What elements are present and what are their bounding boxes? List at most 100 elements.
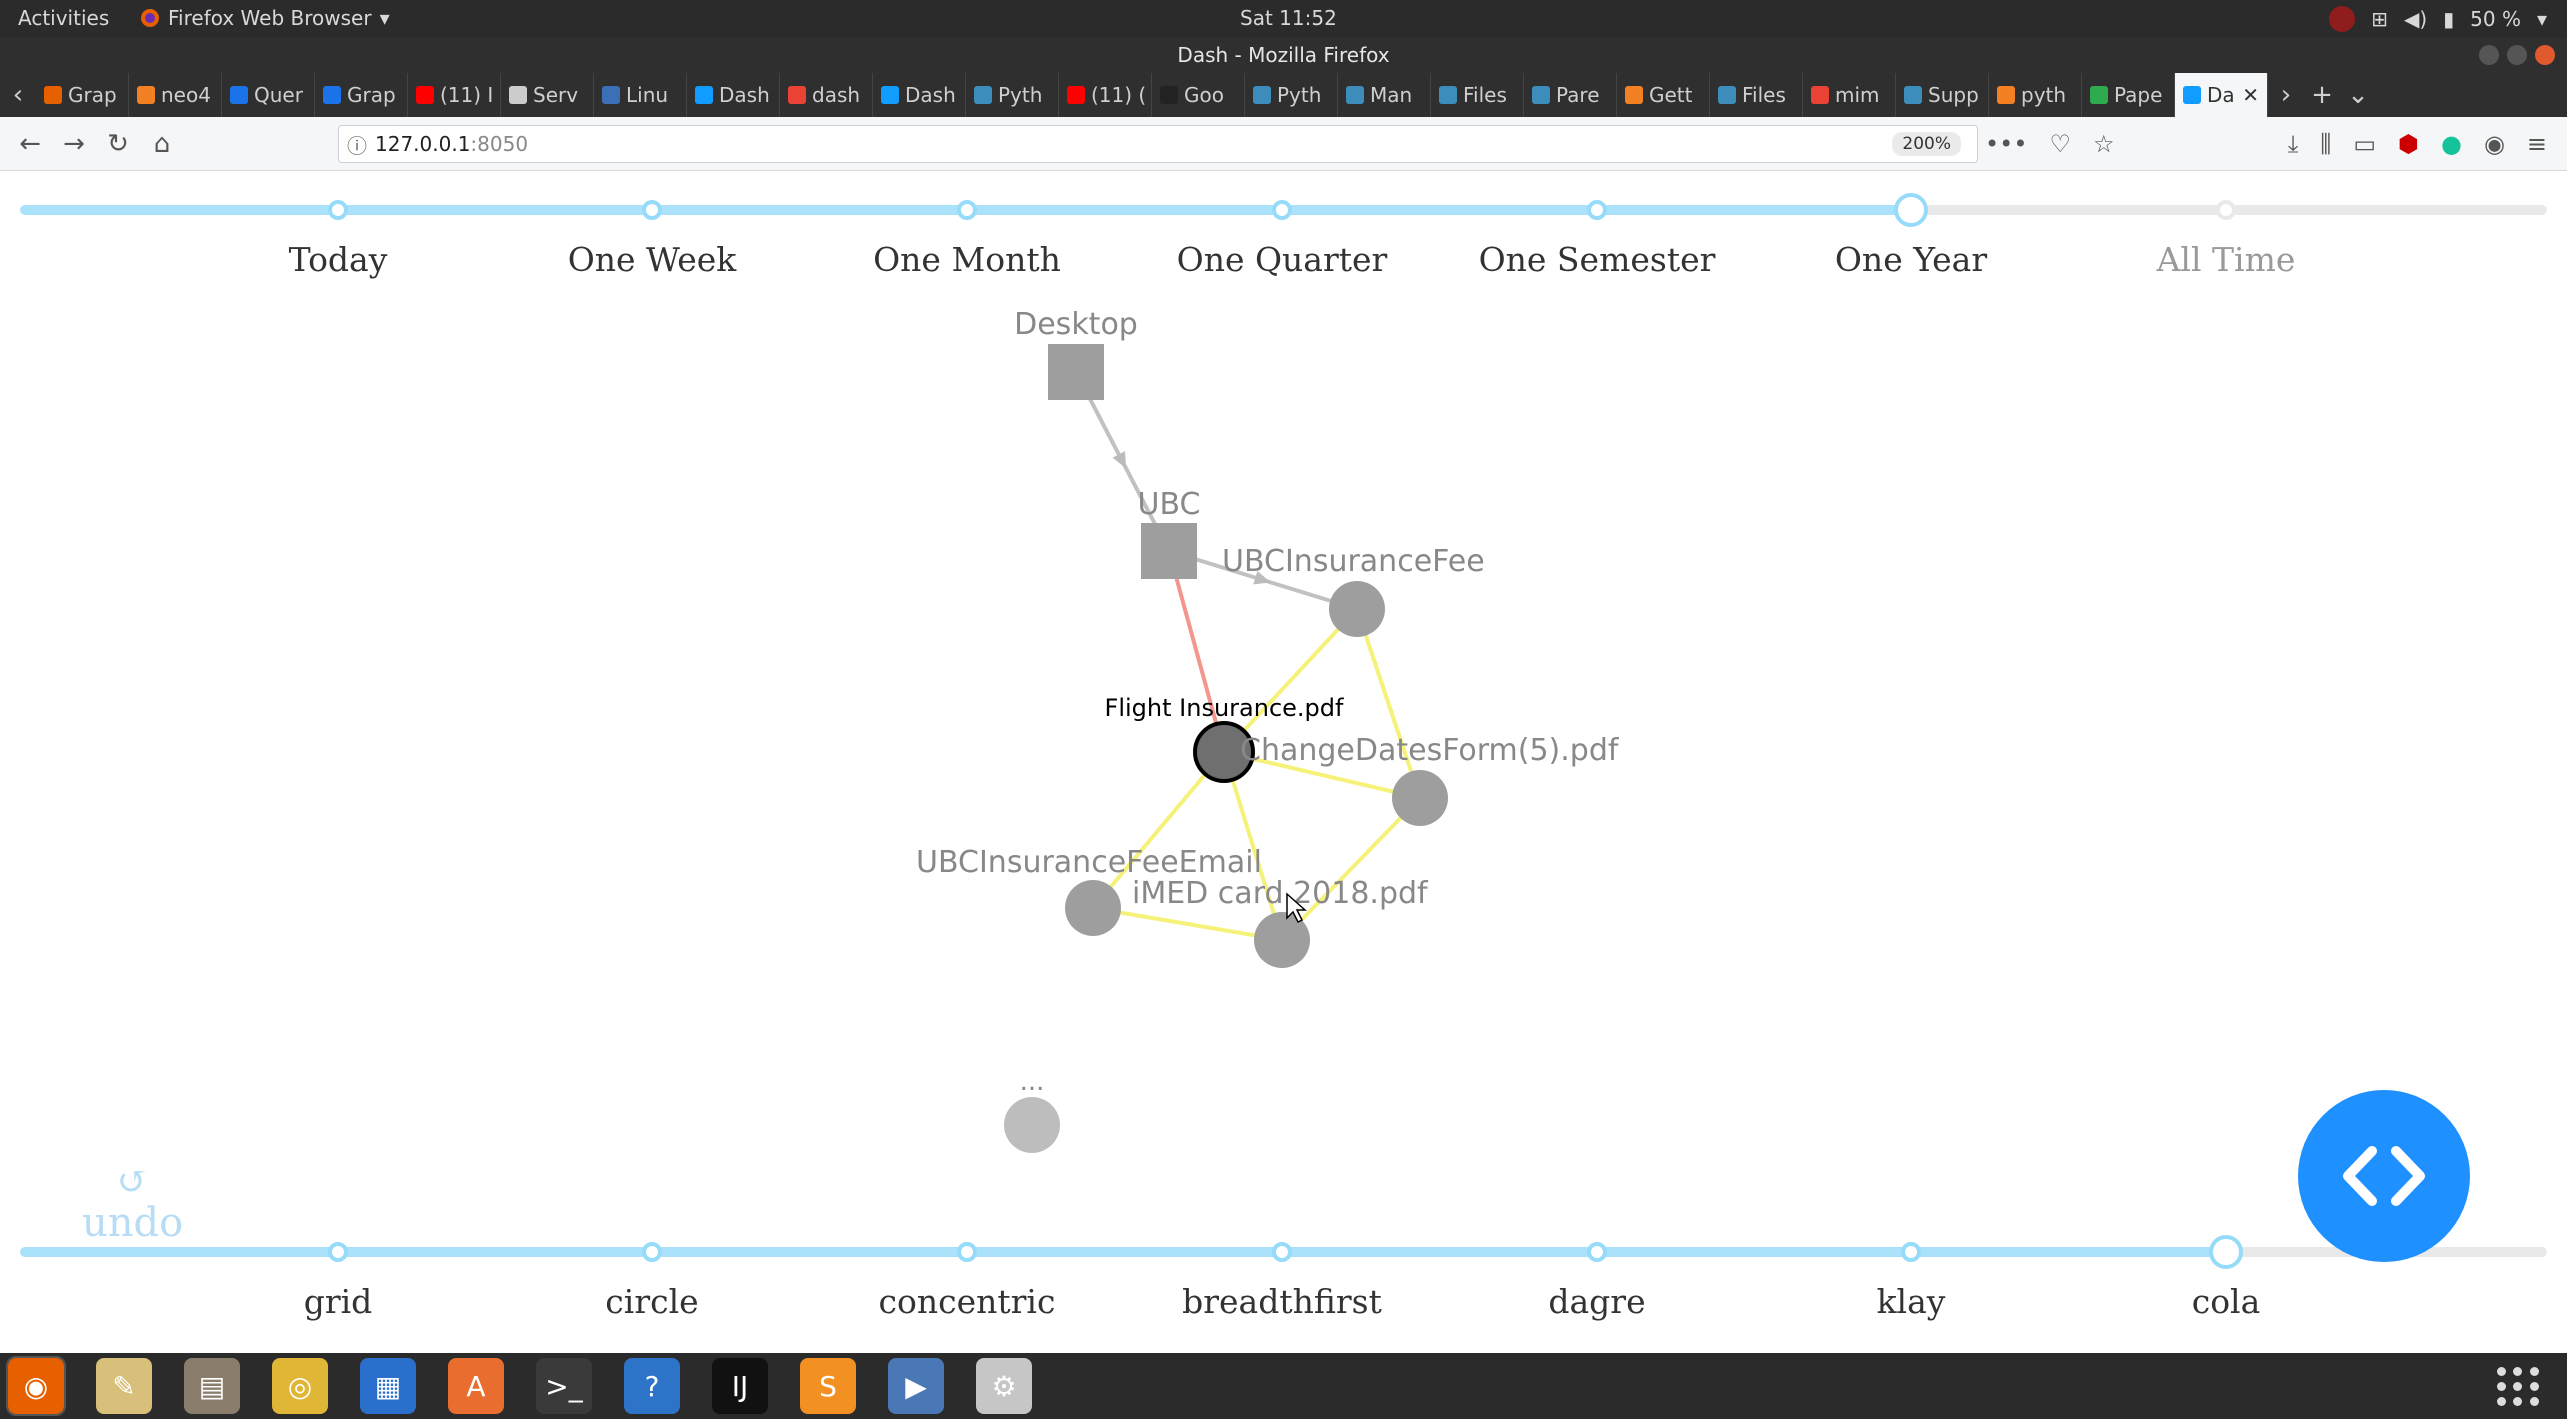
page-actions-menu-icon[interactable]: ••• <box>1985 130 2027 158</box>
sublime-icon[interactable]: S <box>800 1358 856 1414</box>
tab-overflow-icon[interactable]: ⌄ <box>2340 80 2376 110</box>
browser-tab[interactable]: Da ✕ <box>2175 73 2268 117</box>
rhythmbox-icon[interactable]: ◎ <box>272 1358 328 1414</box>
activities-button[interactable]: Activities <box>18 6 109 30</box>
browser-tab[interactable]: Grap <box>315 73 408 117</box>
browser-tab[interactable]: pyth <box>1989 73 2082 117</box>
browser-tab[interactable]: Gett <box>1617 73 1710 117</box>
graph-node[interactable] <box>1141 523 1197 579</box>
layout-dot[interactable] <box>328 1242 348 1262</box>
browser-tab[interactable]: Pyth <box>1245 73 1338 117</box>
system-tray[interactable]: ⊞ ◀) ▮ 50 % ▾ <box>2329 6 2547 32</box>
layout-label[interactable]: grid <box>304 1282 373 1321</box>
hamburger-menu-icon[interactable]: ≡ <box>2527 130 2547 158</box>
url-bar[interactable]: ⓘ 127.0.0.1:8050 200% <box>338 125 1978 163</box>
browser-tab[interactable]: Supp <box>1896 73 1989 117</box>
graph-node[interactable] <box>1392 770 1448 826</box>
browser-tab[interactable]: Pape <box>2082 73 2175 117</box>
browser-tab[interactable]: Pyth <box>966 73 1059 117</box>
code-toggle-button[interactable] <box>2298 1090 2470 1262</box>
writer-icon[interactable]: ▦ <box>360 1358 416 1414</box>
firefox-icon[interactable]: ◉ <box>6 1356 66 1416</box>
software-icon[interactable]: A <box>448 1358 504 1414</box>
browser-tab[interactable]: Dash <box>873 73 966 117</box>
show-applications-icon[interactable] <box>2497 1367 2541 1407</box>
layout-dot[interactable] <box>1901 1242 1921 1262</box>
maximize-button[interactable] <box>2507 45 2527 65</box>
layout-slider[interactable] <box>0 1222 2567 1282</box>
scroll-tabs-left-icon[interactable]: ‹ <box>0 80 36 110</box>
browser-tab[interactable]: Man <box>1338 73 1431 117</box>
browser-tab[interactable]: Files <box>1710 73 1803 117</box>
reload-icon[interactable]: ↻ <box>96 129 140 159</box>
browser-tab[interactable]: Pare <box>1524 73 1617 117</box>
browser-tab[interactable]: Linu <box>594 73 687 117</box>
tab-strip: ‹ Grap neo4 Quer Grap (11) I Serv Linu Dash dash… <box>0 73 2567 117</box>
layout-label[interactable]: breadthfirst <box>1182 1282 1382 1321</box>
layout-dot[interactable] <box>1587 1242 1607 1262</box>
browser-tab[interactable]: Dash <box>687 73 780 117</box>
browser-tab[interactable]: (11) I <box>408 73 501 117</box>
minimize-button[interactable] <box>2479 45 2499 65</box>
text-editor-icon[interactable]: ✎ <box>96 1358 152 1414</box>
terminal-icon[interactable]: >_ <box>536 1358 592 1414</box>
graph-node-label: Flight Insurance.pdf <box>1105 694 1344 722</box>
layout-label[interactable]: klay <box>1877 1282 1946 1321</box>
home-icon[interactable]: ⌂ <box>140 129 184 159</box>
settings-icon[interactable]: ⚙ <box>976 1358 1032 1414</box>
tab-label: neo4 <box>161 83 211 107</box>
browser-tab[interactable]: dash <box>780 73 873 117</box>
account-icon[interactable]: ◉ <box>2484 130 2505 158</box>
layout-dot[interactable] <box>1272 1242 1292 1262</box>
forward-icon[interactable]: → <box>52 129 96 159</box>
scroll-tabs-right-icon[interactable]: › <box>2268 80 2304 110</box>
sidebar-icon[interactable]: ▭ <box>2353 130 2376 158</box>
close-tab-icon[interactable]: ✕ <box>2242 83 2259 107</box>
graph-node[interactable] <box>1048 344 1104 400</box>
url-host: 127.0.0.1 <box>375 132 471 156</box>
file-graph[interactable]: Desktop UBC UBCInsuranceFee Flight Insuranc… <box>0 172 2567 1172</box>
layout-dot[interactable] <box>957 1242 977 1262</box>
browser-tab[interactable]: Goo <box>1152 73 1245 117</box>
layout-dot[interactable] <box>642 1242 662 1262</box>
graph-node-label: ... <box>1020 1067 1045 1097</box>
files-icon[interactable]: ▤ <box>184 1358 240 1414</box>
tab-favicon-icon <box>1067 86 1085 104</box>
site-info-icon[interactable]: ⓘ <box>339 130 375 159</box>
tab-favicon-icon <box>602 86 620 104</box>
layout-label[interactable]: cola <box>2192 1282 2261 1321</box>
tab-label: Supp <box>1928 83 1979 107</box>
layout-handle[interactable] <box>2209 1235 2243 1269</box>
new-tab-icon[interactable]: + <box>2304 80 2340 110</box>
library-icon[interactable]: ⫼ <box>2320 130 2331 158</box>
intellij-icon[interactable]: IJ <box>712 1358 768 1414</box>
dock: ◉ ✎ ▤ ◎ ▦ A >_? IJ S ▶ ⚙ <box>0 1353 2567 1419</box>
graph-node[interactable] <box>1329 581 1385 637</box>
downloads-icon[interactable]: ⤓ <box>2288 130 2299 158</box>
layout-label[interactable]: dagre <box>1548 1282 1645 1321</box>
browser-tab[interactable]: Grap <box>36 73 129 117</box>
graph-node[interactable] <box>1065 880 1121 936</box>
bookmark-star-icon[interactable]: ☆ <box>2093 130 2115 158</box>
tab-label: Man <box>1370 83 1413 107</box>
adblock-icon[interactable]: ⬢ <box>2398 130 2419 158</box>
layout-label[interactable]: concentric <box>879 1282 1056 1321</box>
pocket-icon[interactable]: ♡ <box>2049 130 2071 158</box>
clock[interactable]: Sat 11:52 <box>1240 6 1337 30</box>
tab-favicon-icon <box>509 86 527 104</box>
close-window-button[interactable] <box>2535 45 2555 65</box>
graph-node[interactable] <box>1004 1097 1060 1153</box>
app-menu[interactable]: Firefox Web Browser ▾ <box>140 6 390 30</box>
browser-tab[interactable]: Serv <box>501 73 594 117</box>
browser-tab[interactable]: Quer <box>222 73 315 117</box>
browser-tab[interactable]: Files <box>1431 73 1524 117</box>
browser-tab[interactable]: neo4 <box>129 73 222 117</box>
zoom-badge[interactable]: 200% <box>1892 132 1961 156</box>
browser-tab[interactable]: (11) ( <box>1059 73 1152 117</box>
layout-label[interactable]: circle <box>605 1282 698 1321</box>
help-icon[interactable]: ? <box>624 1358 680 1414</box>
video-editor-icon[interactable]: ▶ <box>888 1358 944 1414</box>
grammarly-icon[interactable]: ● <box>2441 130 2462 158</box>
back-icon[interactable]: ← <box>8 129 52 159</box>
browser-tab[interactable]: mim <box>1803 73 1896 117</box>
